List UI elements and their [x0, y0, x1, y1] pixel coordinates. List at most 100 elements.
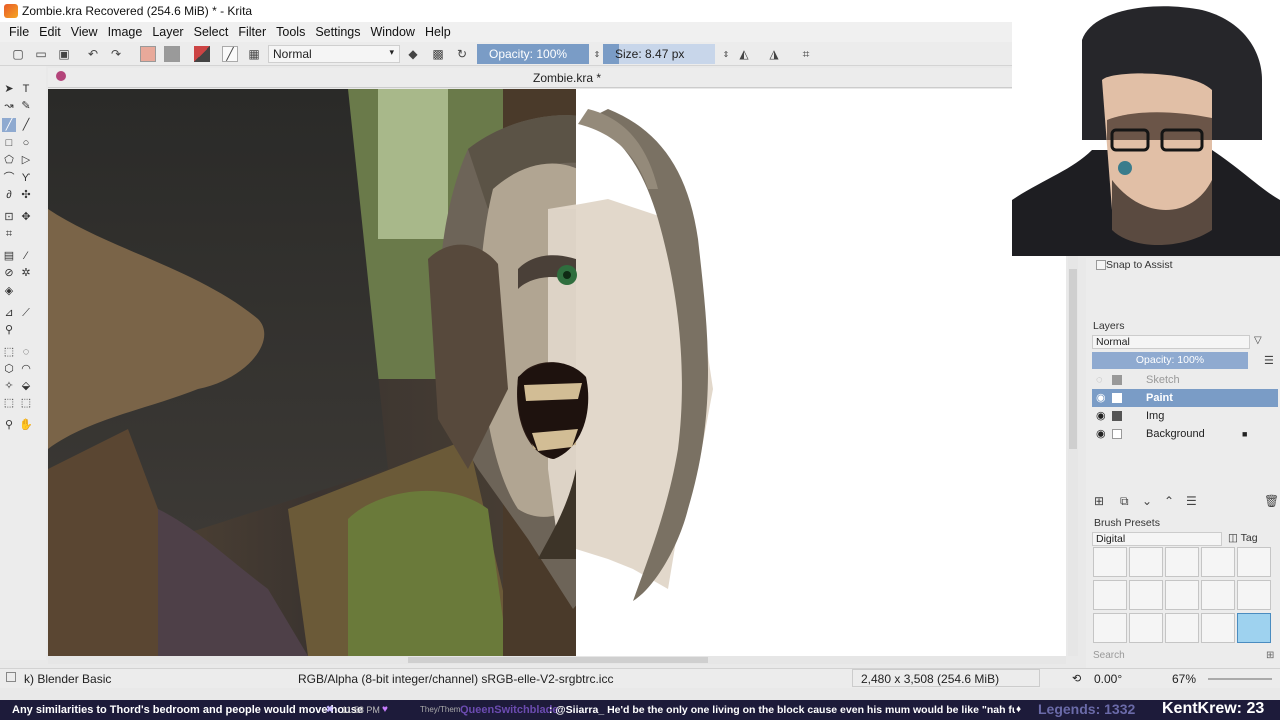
menu-select[interactable]: Select [189, 25, 234, 39]
bezier-tool-icon[interactable]: ⌒ [2, 171, 16, 185]
similar-select-icon[interactable]: ⬙ [19, 379, 33, 393]
image-dimensions[interactable]: 2,480 x 3,508 (254.6 MiB) [852, 669, 1040, 687]
menu-file[interactable]: File [4, 25, 34, 39]
brush-preset[interactable] [1201, 613, 1235, 643]
polyline-tool-icon[interactable]: ▷ [19, 153, 33, 167]
multibrush-icon[interactable]: ✣ [19, 188, 33, 202]
undo-icon[interactable]: ↶ [85, 46, 101, 62]
horizontal-scrollbar[interactable] [48, 656, 1066, 664]
assistant-tool-icon[interactable]: ⊿ [2, 306, 16, 320]
layer-menu-icon[interactable]: ☰ [1186, 494, 1197, 508]
polygon-tool-icon[interactable]: ⬠ [2, 153, 16, 167]
brush-preset[interactable] [1201, 547, 1235, 577]
eye-icon[interactable]: ◉ [1096, 425, 1106, 443]
menu-image[interactable]: Image [103, 25, 148, 39]
rect-select-icon[interactable]: ⬚ [2, 345, 16, 359]
gradient-icon[interactable] [194, 46, 210, 62]
canvas[interactable] [48, 89, 1066, 656]
layer-row[interactable]: ◉ Background ■ [1092, 425, 1278, 443]
move-up-icon[interactable]: ⌃ [1164, 494, 1174, 508]
vertical-scroll-thumb[interactable] [1069, 269, 1077, 449]
dynamic-brush-icon[interactable]: ∂ [2, 188, 16, 202]
menu-window[interactable]: Window [366, 25, 420, 39]
crop-tool-icon[interactable]: ⌗ [2, 227, 16, 241]
menu-tools[interactable]: Tools [271, 25, 310, 39]
document-tab-title[interactable]: Zombie.kra * [533, 71, 601, 85]
zoom-slider[interactable] [1208, 678, 1272, 680]
brush-icon[interactable] [6, 672, 16, 682]
wrap-around-icon[interactable]: ⌗ [798, 46, 814, 62]
layer-properties-icon[interactable]: ☰ [1264, 354, 1274, 367]
brush-preset[interactable] [1165, 547, 1199, 577]
menu-layer[interactable]: Layer [147, 25, 188, 39]
layers-opacity-slider[interactable]: Opacity: 100% [1092, 352, 1248, 369]
menu-help[interactable]: Help [420, 25, 456, 39]
reload-icon[interactable]: ↻ [454, 46, 470, 62]
eraser-icon[interactable]: ◆ [405, 46, 421, 62]
mirror-horizontal-icon[interactable]: ◭ [736, 46, 752, 62]
text-tool-icon[interactable]: T [19, 82, 33, 96]
duplicate-layer-icon[interactable]: ⧉ [1120, 494, 1129, 509]
brush-preset[interactable] [1165, 580, 1199, 610]
line-tool-icon[interactable]: ╱ [19, 118, 33, 132]
size-slider[interactable]: Size: 8.47 px [603, 44, 715, 64]
open-folder-icon[interactable]: ▭ [33, 46, 49, 62]
colorize-mask-icon[interactable]: ✲ [19, 266, 33, 280]
pan-tool-icon[interactable]: ✋ [19, 418, 33, 432]
delete-layer-icon[interactable]: 🗑 [1264, 494, 1279, 508]
select-shape-icon[interactable]: ➤ [2, 82, 16, 96]
rectangle-tool-icon[interactable]: □ [2, 136, 16, 150]
ellipse-tool-icon[interactable]: ○ [19, 136, 33, 150]
lock-icon[interactable]: ■ [1242, 425, 1247, 443]
ellipse-select-icon[interactable]: ◌ [19, 345, 33, 359]
presets-search-input[interactable]: Search [1093, 650, 1125, 661]
menu-settings[interactable]: Settings [310, 25, 365, 39]
brush-preset[interactable] [1093, 547, 1127, 577]
rotation-value[interactable]: 0.00° [1094, 672, 1122, 686]
eye-icon[interactable]: ◉ [1096, 407, 1106, 425]
menu-edit[interactable]: Edit [34, 25, 66, 39]
save-icon[interactable]: ▣ [56, 46, 72, 62]
blend-mode-select[interactable]: Normal ▾ [268, 45, 400, 63]
brush-preset[interactable] [1237, 547, 1271, 577]
alpha-lock-icon[interactable]: ▩ [430, 46, 446, 62]
move-tool-icon[interactable]: ✥ [19, 210, 33, 224]
layer-row[interactable]: ◉ Paint [1092, 389, 1278, 407]
gradient-tool-icon[interactable]: ▤ [2, 249, 16, 263]
search-icon[interactable]: ⊞ [1266, 650, 1274, 661]
reference-tool-icon[interactable]: ⚲ [2, 323, 16, 337]
zoom-tool-icon[interactable]: ⚲ [2, 418, 16, 432]
fill-tool-icon[interactable]: ◈ [2, 284, 16, 298]
hidden-eye-icon[interactable]: ◌ [1096, 371, 1103, 389]
brush-preset[interactable] [1237, 580, 1271, 610]
transform-tool-icon[interactable]: ⊡ [2, 210, 16, 224]
brush-preset-selected[interactable] [1237, 613, 1271, 643]
grid-icon[interactable]: ▦ [246, 46, 262, 62]
menu-filter[interactable]: Filter [233, 25, 271, 39]
move-down-icon[interactable]: ⌄ [1142, 494, 1152, 508]
edit-shape-icon[interactable]: ↝ [2, 99, 16, 113]
magnetic-select-icon[interactable]: ⬚ [19, 396, 33, 410]
horizontal-scroll-thumb[interactable] [408, 657, 708, 663]
bezier-select-icon[interactable]: ⬚ [2, 396, 16, 410]
redo-icon[interactable]: ↷ [108, 46, 124, 62]
freehand-select-icon[interactable]: ◠ [19, 362, 33, 376]
add-layer-icon[interactable]: ⊞ [1094, 494, 1104, 508]
calligraphy-icon[interactable]: ✎ [19, 99, 33, 113]
stepper-icon[interactable]: ⇕ [718, 46, 734, 62]
brush-preset[interactable] [1093, 613, 1127, 643]
zoom-value[interactable]: 67% [1172, 672, 1196, 686]
brush-preset[interactable] [1129, 547, 1163, 577]
layer-row[interactable]: ◉ Img [1092, 407, 1278, 425]
brush-preset[interactable] [1129, 613, 1163, 643]
layer-row[interactable]: ◌ Sketch [1092, 371, 1278, 389]
rotate-icon[interactable]: ⟲ [1072, 672, 1081, 685]
tag-button[interactable]: ◫ Tag [1228, 532, 1258, 544]
freehand-path-icon[interactable]: ϒ [19, 171, 33, 185]
brush-preset[interactable] [1165, 613, 1199, 643]
eye-icon[interactable]: ◉ [1096, 389, 1106, 407]
polygon-select-icon[interactable]: ⬡ [2, 362, 16, 376]
layers-blend-select[interactable]: Normal [1092, 335, 1250, 349]
new-document-icon[interactable]: ▢ [10, 46, 26, 62]
brush-preset[interactable] [1201, 580, 1235, 610]
